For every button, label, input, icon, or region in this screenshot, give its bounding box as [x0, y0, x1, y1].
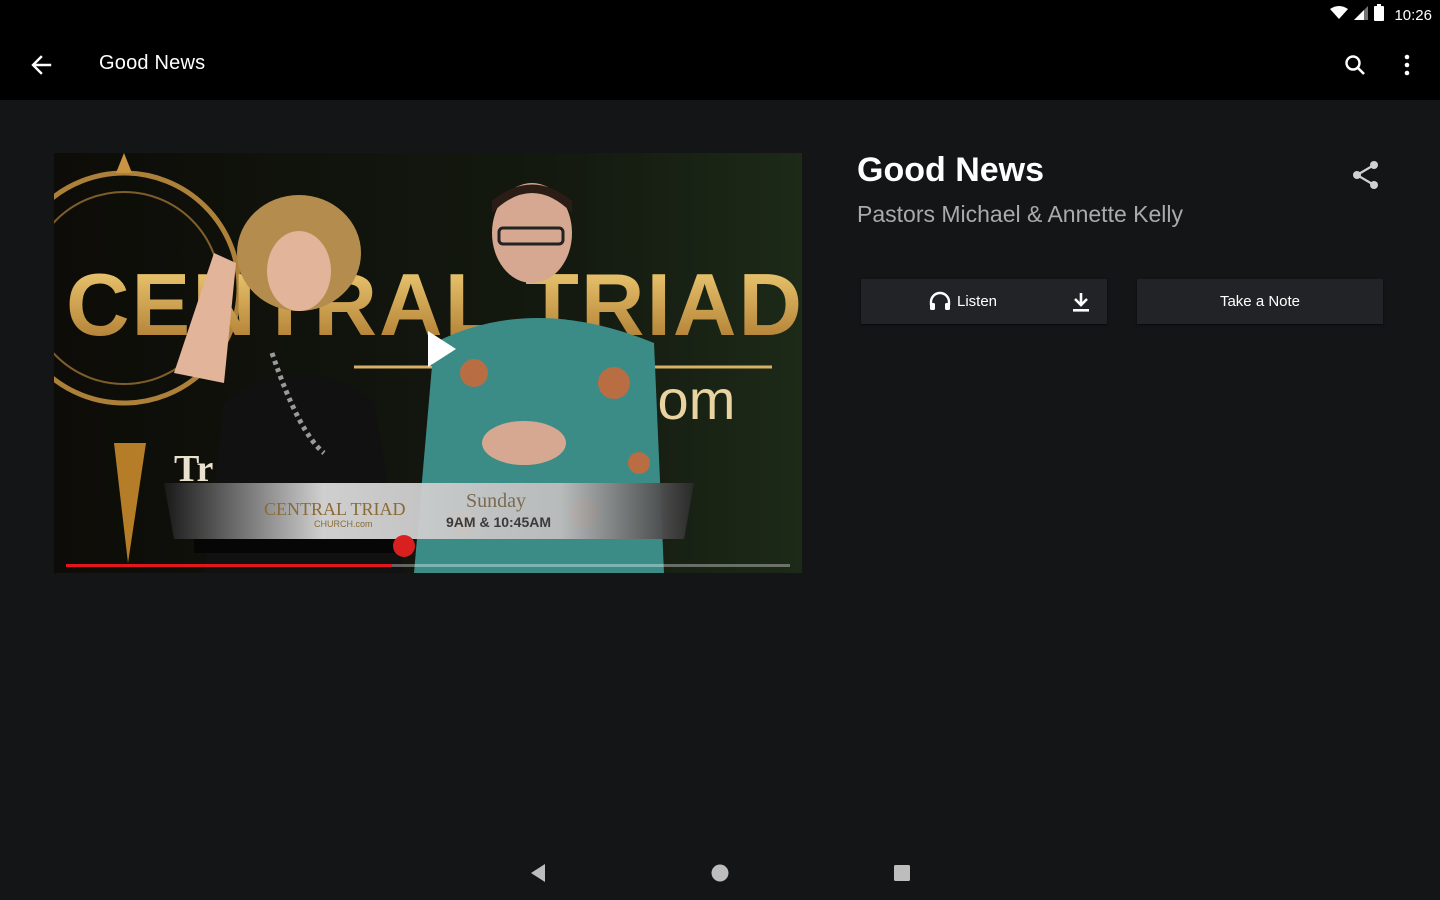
episode-speaker: Pastors Michael & Annette Kelly [857, 201, 1183, 227]
more-vert-icon [1404, 54, 1410, 76]
nav-home-button[interactable] [704, 857, 736, 889]
banner-church-sub: CHURCH.com [314, 519, 373, 529]
banner-times: 9AM & 10:45AM [446, 514, 551, 530]
headphones-icon [929, 291, 951, 310]
search-icon [1345, 55, 1365, 75]
app-bar: Good News [0, 30, 1440, 100]
back-button[interactable] [22, 46, 60, 84]
banner-day: Sunday [466, 490, 526, 512]
signal-icon [1354, 5, 1369, 25]
download-button[interactable] [1069, 290, 1093, 314]
status-icons: 10:26 [1330, 4, 1432, 26]
nav-recents-icon [894, 865, 910, 881]
listen-content: Listen [929, 291, 997, 311]
overflow-menu-button[interactable] [1390, 46, 1424, 84]
video-player[interactable]: CENTRAL TRIAD .com Tr - Impac CENTRA [54, 153, 802, 573]
video-progress-bar[interactable] [66, 564, 790, 567]
episode-title: Good News [857, 151, 1045, 189]
banner-church-name: CENTRAL TRIAD [264, 499, 406, 519]
download-icon [1073, 293, 1089, 312]
search-button[interactable] [1336, 46, 1374, 84]
status-time: 10:26 [1394, 6, 1432, 24]
battery-icon [1374, 4, 1385, 26]
nav-recents-button[interactable] [886, 857, 918, 889]
take-note-button[interactable]: Take a Note [1137, 279, 1383, 324]
wifi-icon [1330, 5, 1349, 25]
screen: 10:26 Good News CE RAL TRIAD .com Tr CEN… [0, 0, 1440, 900]
share-icon [1353, 161, 1378, 189]
listen-label: Listen [957, 292, 998, 310]
system-nav-bar [0, 845, 1440, 900]
app-title: Good News [99, 52, 206, 74]
nav-home-icon [711, 864, 729, 882]
nav-back-icon [531, 864, 545, 882]
take-note-label: Take a Note [1219, 293, 1301, 310]
share-button[interactable] [1346, 155, 1386, 195]
back-arrow-icon [31, 55, 52, 75]
listen-button[interactable]: Listen [861, 279, 1107, 324]
video-progress-fill [66, 564, 392, 567]
play-icon [428, 331, 456, 367]
status-bar: 10:26 [0, 0, 1440, 30]
nav-back-button[interactable] [522, 857, 554, 889]
